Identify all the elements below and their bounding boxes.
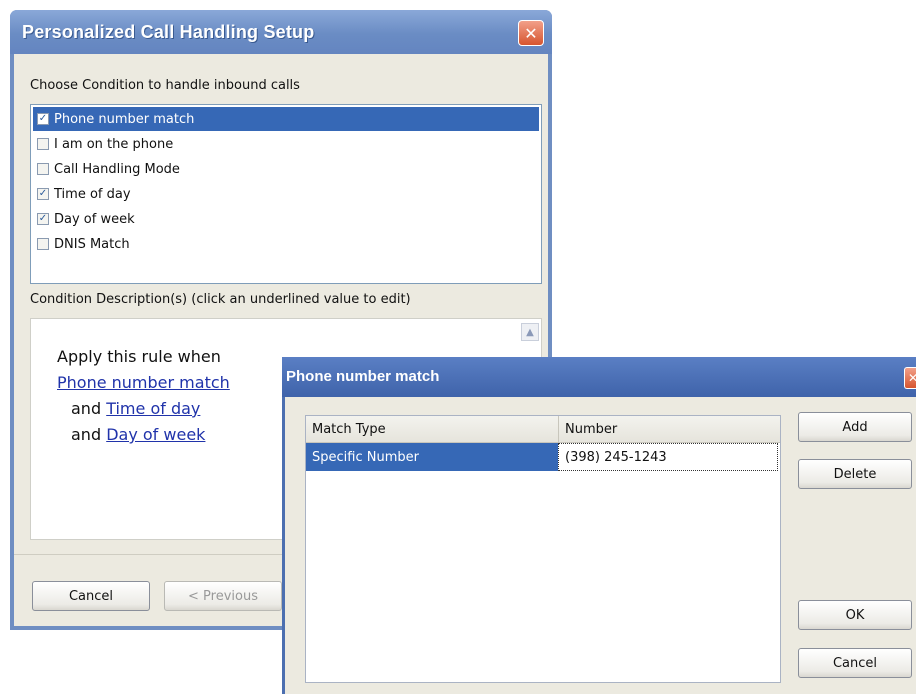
child-window-title: Phone number match [286, 368, 440, 385]
child-title-bar[interactable]: Phone number match ✕ [282, 357, 916, 397]
match-type-cell[interactable]: Specific Number [306, 443, 558, 471]
close-icon[interactable]: ✕ [904, 367, 916, 389]
checkbox[interactable]: ✓ [37, 113, 49, 125]
window-title: Personalized Call Handling Setup [22, 22, 315, 42]
table-row[interactable]: Specific Number (398) 245-1243 [306, 443, 780, 471]
add-button[interactable]: Add [798, 412, 912, 442]
condition-label: Call Handling Mode [54, 161, 180, 177]
column-header-number[interactable]: Number [558, 416, 780, 442]
number-cell[interactable]: (398) 245-1243 [558, 443, 778, 471]
conditions-list[interactable]: ✓ Phone number match I am on the phone C… [30, 104, 542, 284]
phone-number-match-window: Phone number match ✕ Match Type Number S… [282, 357, 916, 694]
cancel-button[interactable]: Cancel [32, 581, 150, 611]
and-text: and [71, 425, 102, 444]
condition-item-time-of-day[interactable]: ✓ Time of day [33, 182, 539, 206]
condition-label: I am on the phone [54, 136, 174, 152]
condition-item-call-handling-mode[interactable]: Call Handling Mode [33, 157, 539, 181]
cancel-button[interactable]: Cancel [798, 648, 912, 678]
conditions-label: Choose Condition to handle inbound calls [30, 78, 300, 93]
delete-button[interactable]: Delete [798, 459, 912, 489]
match-table[interactable]: Match Type Number Specific Number (398) … [305, 415, 781, 683]
column-header-match-type[interactable]: Match Type [306, 416, 558, 442]
phone-number-match-link[interactable]: Phone number match [57, 373, 230, 392]
condition-item-day-of-week[interactable]: ✓ Day of week [33, 207, 539, 231]
rule-line-2: and Time of day [71, 399, 200, 418]
condition-label: Day of week [54, 211, 135, 227]
checkbox[interactable]: ✓ [37, 213, 49, 225]
condition-item-on-the-phone[interactable]: I am on the phone [33, 132, 539, 156]
checkbox[interactable] [37, 163, 49, 175]
condition-label: Phone number match [54, 111, 195, 127]
condition-item-phone-number-match[interactable]: ✓ Phone number match [33, 107, 539, 131]
and-text: and [71, 399, 102, 418]
title-bar[interactable]: Personalized Call Handling Setup ✕ [10, 10, 552, 54]
child-dialog-body: Match Type Number Specific Number (398) … [285, 397, 916, 694]
table-header: Match Type Number [306, 416, 780, 443]
scroll-up-icon[interactable]: ▲ [521, 323, 539, 341]
checkbox[interactable] [37, 138, 49, 150]
condition-item-dnis-match[interactable]: DNIS Match [33, 232, 539, 256]
day-of-week-link[interactable]: Day of week [106, 425, 205, 444]
ok-button[interactable]: OK [798, 600, 912, 630]
rule-intro-text: Apply this rule when [57, 347, 221, 366]
checkbox[interactable] [37, 238, 49, 250]
previous-button[interactable]: < Previous [164, 581, 282, 611]
description-label: Condition Description(s) (click an under… [30, 292, 411, 307]
rule-line-1: Phone number match [57, 373, 230, 392]
close-icon[interactable]: ✕ [518, 20, 544, 46]
rule-line-3: and Day of week [71, 425, 205, 444]
checkbox[interactable]: ✓ [37, 188, 49, 200]
condition-label: DNIS Match [54, 236, 130, 252]
time-of-day-link[interactable]: Time of day [106, 399, 200, 418]
condition-label: Time of day [54, 186, 131, 202]
